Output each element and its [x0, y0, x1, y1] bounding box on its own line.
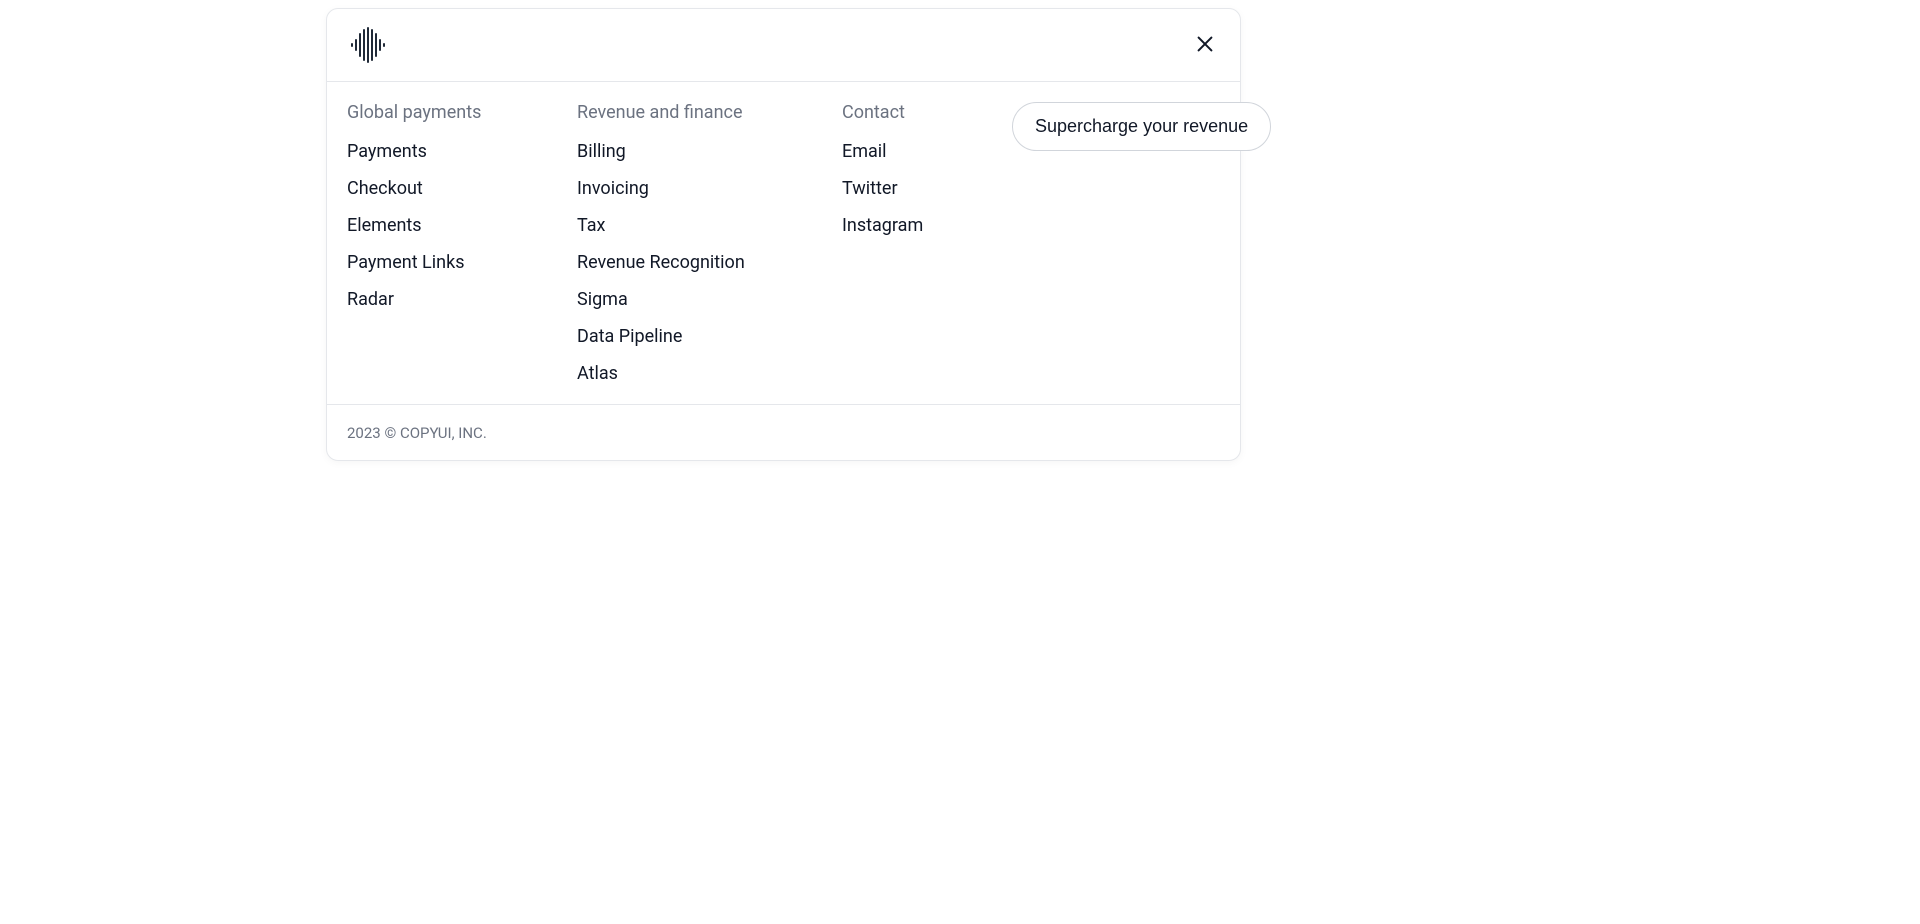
- link-billing[interactable]: Billing: [577, 141, 802, 162]
- column-title: Global payments: [347, 102, 537, 123]
- link-invoicing[interactable]: Invoicing: [577, 178, 802, 199]
- close-icon: [1194, 33, 1216, 58]
- link-elements[interactable]: Elements: [347, 215, 537, 236]
- link-payments[interactable]: Payments: [347, 141, 537, 162]
- column-title: Revenue and finance: [577, 102, 802, 123]
- close-button[interactable]: [1190, 29, 1220, 62]
- column-revenue-finance: Revenue and finance Billing Invoicing Ta…: [577, 102, 802, 384]
- link-payment-links[interactable]: Payment Links: [347, 252, 537, 273]
- link-twitter[interactable]: Twitter: [842, 178, 972, 199]
- link-atlas[interactable]: Atlas: [577, 363, 802, 384]
- copyright-text: 2023 © COPYUI, INC.: [347, 424, 487, 442]
- column-contact: Contact Email Twitter Instagram: [842, 102, 972, 236]
- panel-body: Global payments Payments Checkout Elemen…: [327, 82, 1240, 404]
- panel-footer: 2023 © COPYUI, INC.: [327, 404, 1240, 460]
- link-email[interactable]: Email: [842, 141, 972, 162]
- column-global-payments: Global payments Payments Checkout Elemen…: [347, 102, 537, 310]
- link-sigma[interactable]: Sigma: [577, 289, 802, 310]
- menu-panel: Global payments Payments Checkout Elemen…: [326, 8, 1241, 461]
- link-revenue-recognition[interactable]: Revenue Recognition: [577, 252, 802, 273]
- supercharge-revenue-button[interactable]: Supercharge your revenue: [1012, 102, 1271, 151]
- link-checkout[interactable]: Checkout: [347, 178, 537, 199]
- link-radar[interactable]: Radar: [347, 289, 537, 310]
- column-title: Contact: [842, 102, 972, 123]
- cta-wrap: Supercharge your revenue: [1012, 102, 1271, 151]
- brand-logo-icon: [347, 25, 387, 65]
- link-instagram[interactable]: Instagram: [842, 215, 972, 236]
- link-data-pipeline[interactable]: Data Pipeline: [577, 326, 802, 347]
- link-tax[interactable]: Tax: [577, 215, 802, 236]
- panel-header: [327, 9, 1240, 82]
